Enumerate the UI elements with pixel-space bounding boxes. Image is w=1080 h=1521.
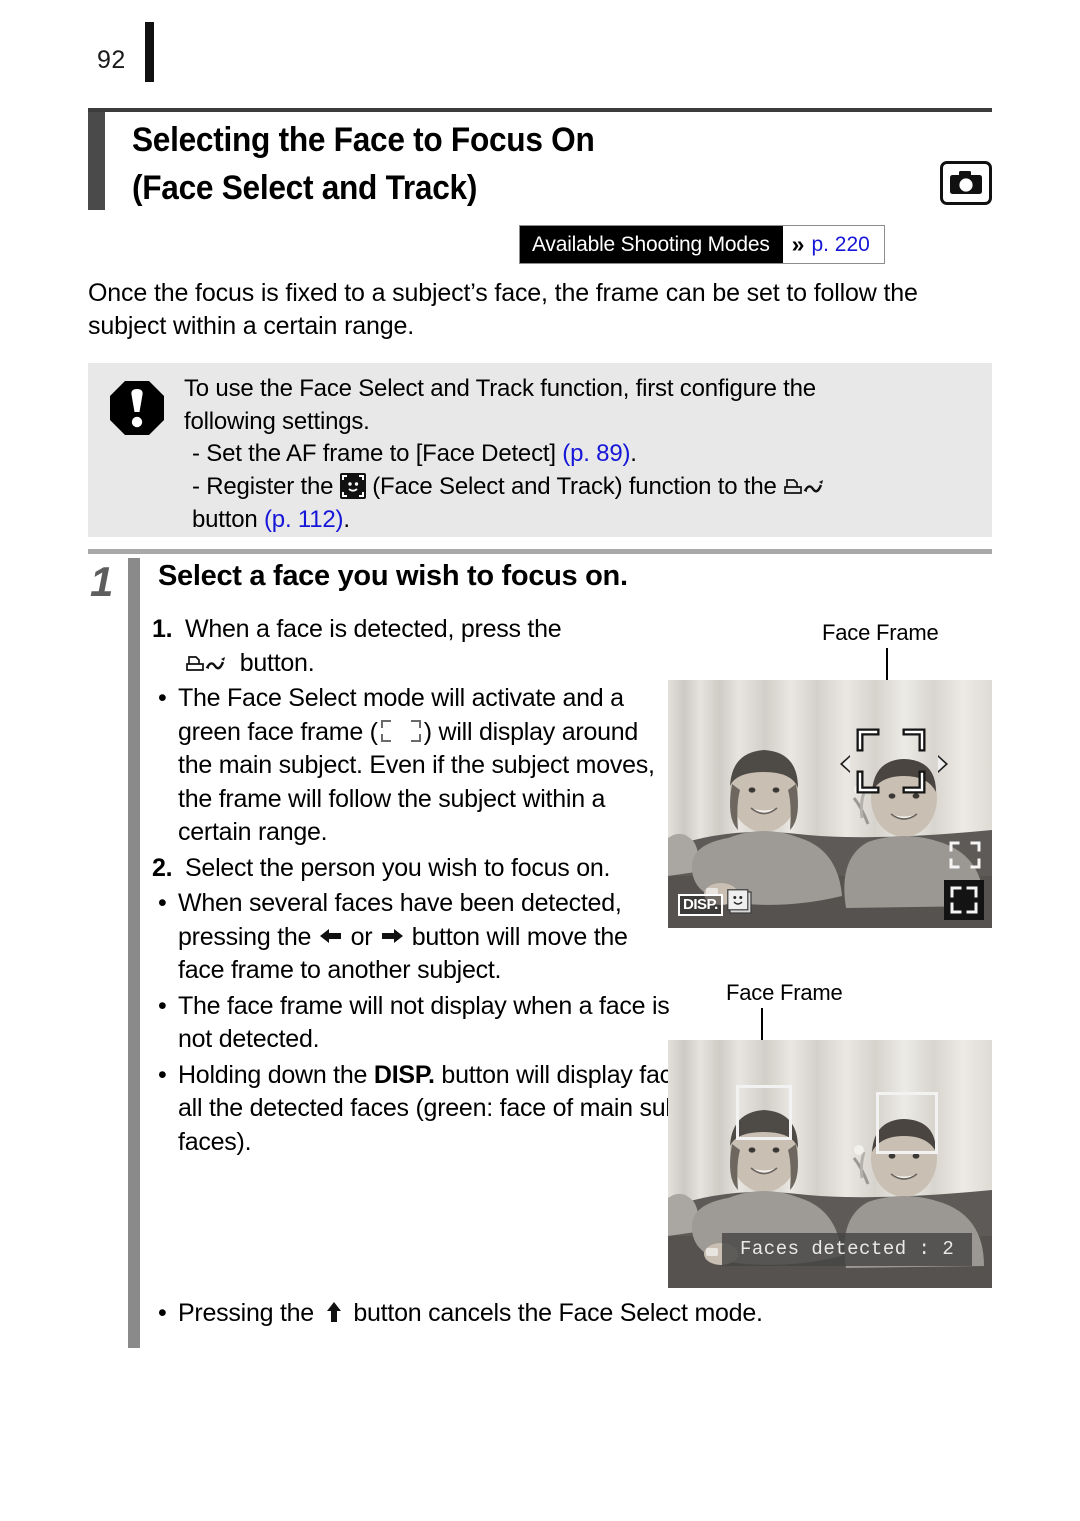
right-arrow-icon (379, 923, 405, 945)
note-bullet-1-link[interactable]: (p. 89) (562, 440, 630, 467)
step-instruction-list: 1. When a face is detected, press the bu… (152, 613, 906, 1161)
page-header: 92 (0, 18, 1080, 82)
figure-1-photo: DISP. (668, 680, 992, 928)
figure-2-photo: Faces detected : 2 (668, 1040, 992, 1288)
list-item-text: The face frame will not display when a f… (178, 991, 670, 1054)
figure-faces-detected: Face Frame Faces detected: 2 (660, 972, 1000, 1292)
list-item: • Pressing the button cancels the Face S… (152, 1297, 952, 1331)
list-item-text-mid: or (350, 922, 373, 951)
list-marker: • (158, 1060, 167, 1089)
note-bullet-1-period: . (630, 440, 637, 468)
list-item: 2. Select the person you wish to focus o… (152, 852, 672, 886)
note-bullet-2-mid: (Face Select and Track) function to the (365, 472, 784, 500)
list-item-text: When several faces have been detected, p… (178, 887, 672, 988)
note-bullet-1-text: - Set the AF frame to [Face Detect] (192, 440, 563, 468)
list-marker: • (158, 1299, 167, 1327)
face-select-icon (726, 889, 753, 920)
list-item-text-post: button cancels the Face Select mode. (353, 1299, 763, 1327)
shooting-modes-page-ref[interactable]: p. 220 (811, 233, 869, 257)
step-separator-rule (88, 549, 992, 554)
caution-note-box: To use the Face Select and Track functio… (88, 363, 992, 537)
up-arrow-icon (321, 1299, 347, 1322)
af-face-frame-icon (856, 728, 926, 794)
list-item: • The Face Select mode will activate and… (152, 682, 672, 850)
faces-detected-status: Faces detected : 2 (722, 1233, 973, 1266)
note-bullet-2-line2-pre: button (192, 505, 264, 533)
note-bullet-2-line2: button (p. 112). (192, 504, 984, 537)
af-frame-white-icon (949, 841, 981, 869)
disp-button-label: DISP. (678, 893, 723, 916)
disp-button-label: DISP. (373, 1060, 435, 1089)
list-item-text: The Face Select mode will activate and a… (178, 682, 672, 850)
list-marker: 2. (152, 853, 173, 882)
note-bullet-2: - Register the (Face Select and Track) f… (192, 471, 984, 504)
list-item: • When several faces have been detected,… (152, 887, 672, 988)
af-frame-corners-icon (378, 718, 424, 744)
available-shooting-modes-label: Available Shooting Modes (520, 226, 783, 263)
shooting-modes-page-link[interactable]: » p. 220 (782, 226, 884, 263)
page-number-rule (145, 22, 154, 82)
intro-paragraph: Once the focus is fixed to a subject’s f… (88, 279, 918, 341)
list-item-text: When a face is detected, press the butto… (185, 613, 672, 680)
note-line-1: To use the Face Select and Track functio… (184, 375, 816, 402)
list-marker: • (158, 684, 167, 712)
page-title-line2: (Face Select and Track) (132, 169, 478, 208)
face-select-icon (339, 472, 366, 499)
left-arrow-icon (318, 923, 344, 945)
list-item-text-pre: Pressing the (178, 1299, 314, 1327)
page-title: Selecting the Face to Focus On (Face Sel… (132, 116, 867, 213)
caution-exclamation-icon (108, 379, 166, 437)
list-item-text: Pressing the button cancels the Face Sel… (178, 1297, 952, 1331)
note-line-2: following settings. (184, 407, 370, 435)
list-item-text: Select the person you wish to focus on. (185, 853, 611, 882)
step-title: Select a face you wish to focus on. (158, 560, 628, 592)
double-chevron-right-icon: » (791, 231, 805, 257)
note-bullet-2-link[interactable]: (p. 112) (264, 506, 344, 533)
title-top-rule (88, 108, 992, 112)
figure-2-label: Face Frame (726, 980, 843, 1005)
print-share-button-icon (185, 651, 233, 675)
detected-face-box-right (876, 1092, 938, 1154)
list-item-text-post: button. (239, 648, 315, 677)
list-item-text-pre: Holding down the (178, 1060, 374, 1089)
page-number: 92 (97, 46, 126, 74)
title-side-bar (88, 112, 105, 210)
step-final-bullet: • Pressing the button cancels the Face S… (152, 1297, 952, 1333)
right-arrow-icon (938, 755, 948, 773)
note-bullet-2-period: . (343, 505, 350, 533)
list-marker: • (158, 889, 167, 917)
note-bullet-1: - Set the AF frame to [Face Detect] (p. … (192, 438, 984, 471)
list-item: • The face frame will not display when a… (152, 990, 672, 1057)
step-number: 1 (90, 558, 114, 605)
af-frame-black-icon (944, 880, 984, 920)
camera-icon (940, 161, 992, 205)
disp-overlay-badge: DISP. (678, 889, 753, 920)
detected-face-box-left (736, 1085, 792, 1140)
left-arrow-icon (840, 755, 850, 773)
list-marker: • (158, 991, 167, 1020)
step-side-bar (128, 558, 140, 1348)
page-title-line1: Selecting the Face to Focus On (132, 121, 595, 159)
list-item: 1. When a face is detected, press the bu… (152, 613, 672, 680)
available-shooting-modes-bar[interactable]: Available Shooting Modes » p. 220 (519, 225, 885, 264)
print-share-button-icon (783, 474, 831, 498)
figure-face-select: Face Frame DISP. (660, 612, 1000, 932)
note-bullet-2-pre: - Register the (192, 472, 340, 500)
list-item-text-pre: When a face is detected, press the (185, 615, 562, 643)
caution-note-text: To use the Face Select and Track functio… (184, 373, 984, 536)
list-marker: 1. (152, 615, 173, 643)
figure-1-label: Face Frame (822, 620, 939, 645)
